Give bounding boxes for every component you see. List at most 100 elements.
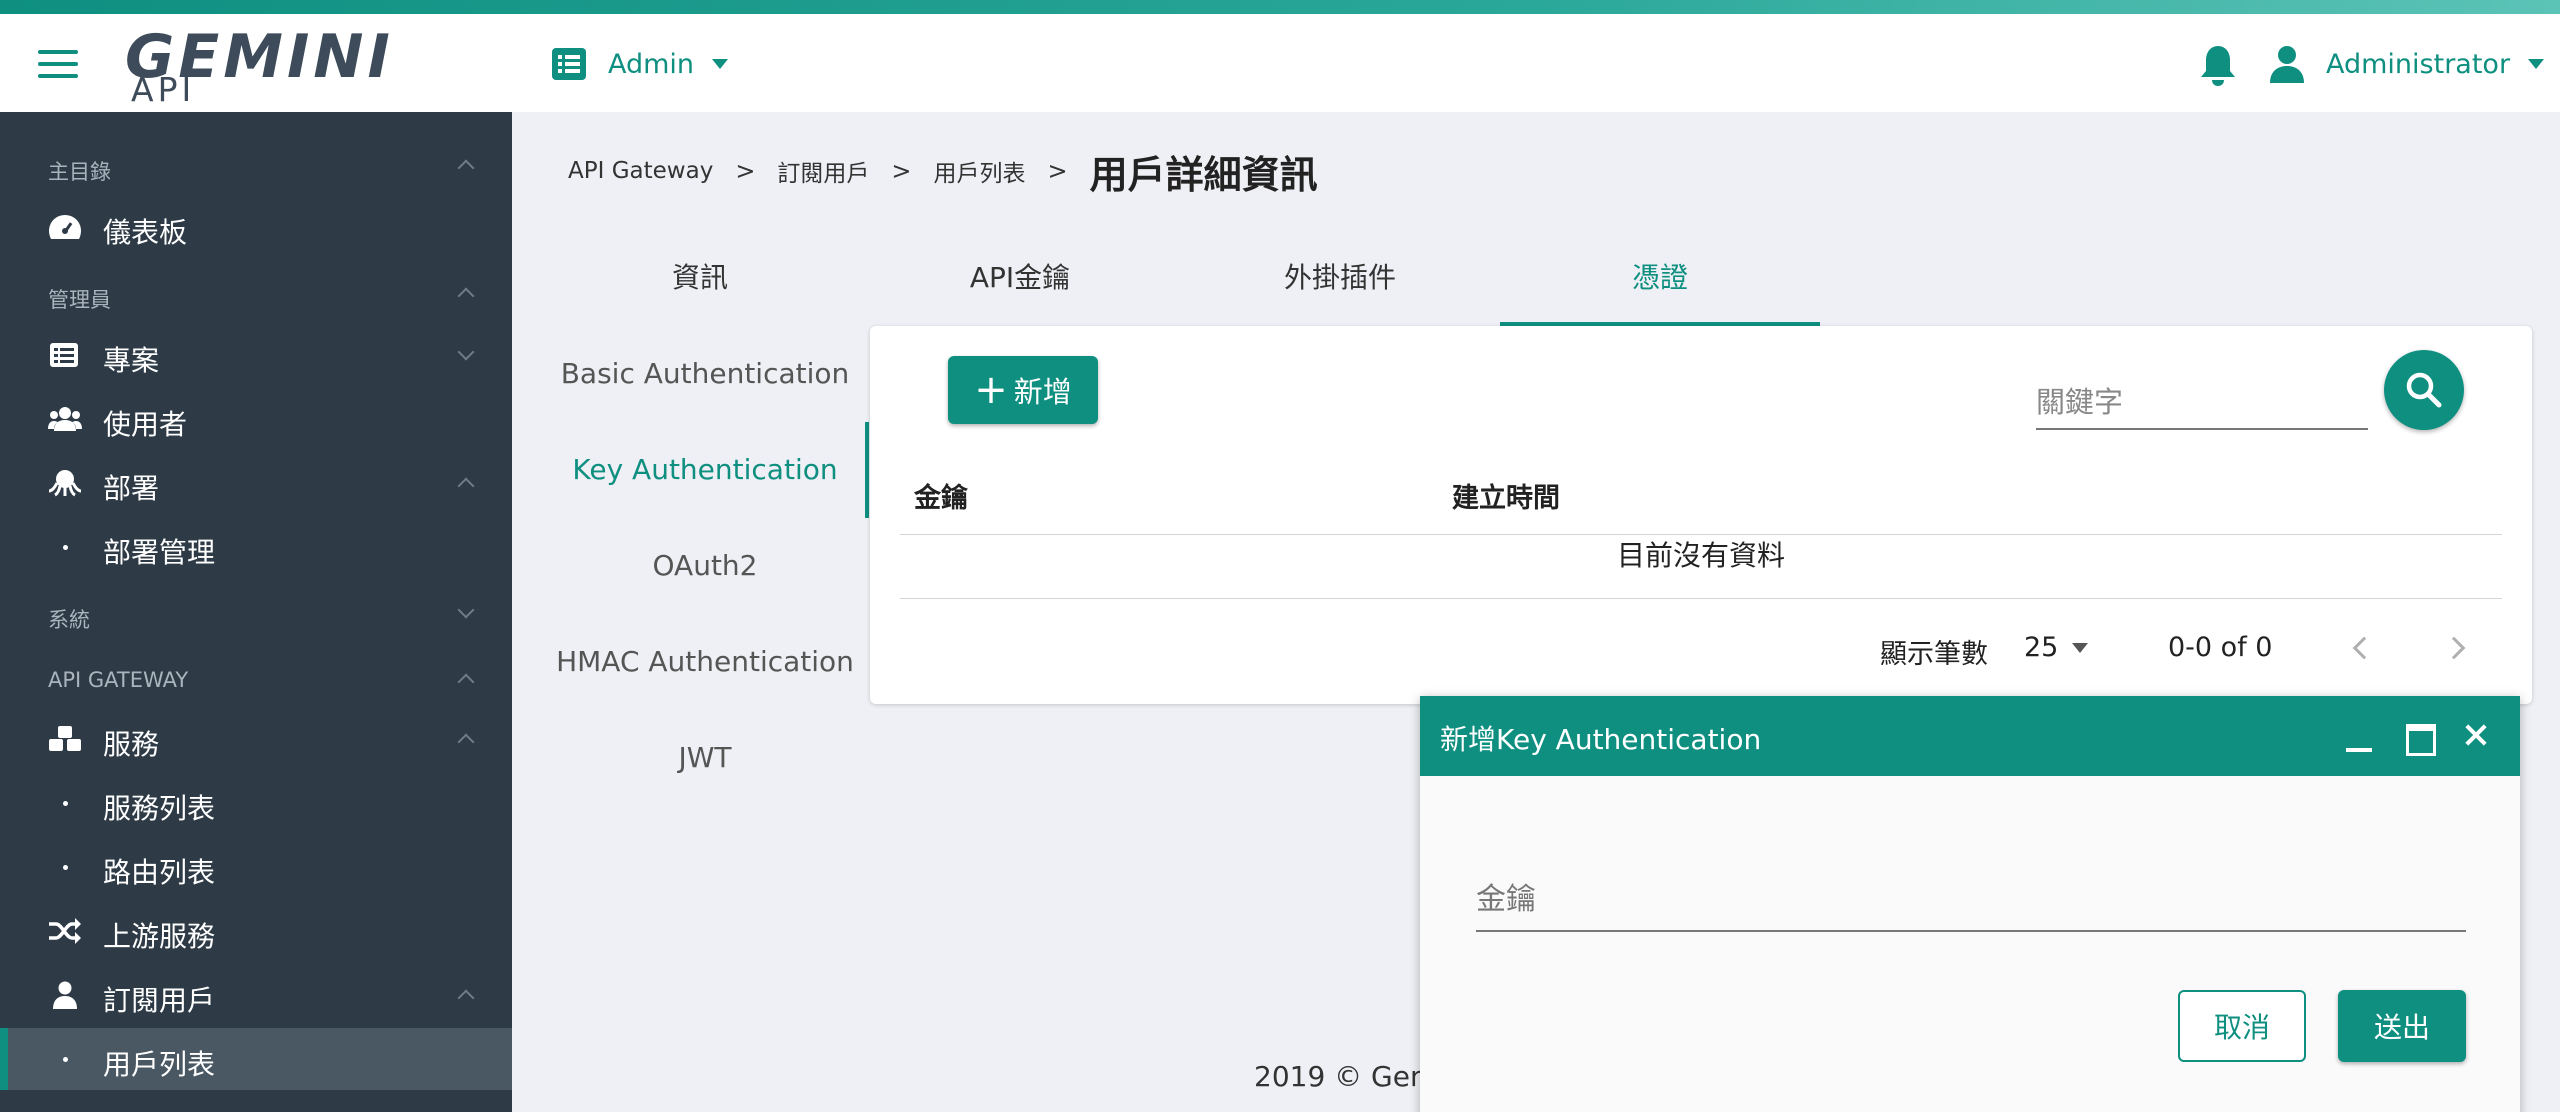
pagination-range: 0-0 of 0 <box>2168 632 2273 663</box>
sidebar: 主目錄 儀表板 管理員 專案 使用者 部署 部署管理 系統 API GATEWA… <box>0 112 512 1112</box>
maximize-icon[interactable] <box>2402 722 2438 756</box>
breadcrumb-item[interactable]: 訂閱用戶 <box>777 154 869 188</box>
caret-down-icon <box>2072 642 2089 653</box>
chevron-down-icon[interactable] <box>457 601 475 619</box>
tab-plugins[interactable]: 外掛插件 <box>1180 250 1500 326</box>
dialog-header[interactable]: 新增Key Authentication <box>1420 696 2520 776</box>
user-menu[interactable]: Administrator <box>2270 42 2545 86</box>
bullet-icon <box>63 865 68 870</box>
breadcrumb-separator: > <box>891 157 912 185</box>
sidebar-item-deploy[interactable]: 部署 <box>0 452 512 514</box>
app-header: GEMINI API Manager Admin Administrator <box>0 14 2560 148</box>
chevron-up-icon <box>457 477 475 495</box>
breadcrumb-item[interactable]: API Gateway <box>568 158 713 184</box>
octopus-icon <box>48 470 82 497</box>
chevron-left-icon[interactable] <box>2352 636 2376 660</box>
page-title: 用戶詳細資訊 <box>1089 152 1318 197</box>
sidebar-item-label: 部署 <box>103 472 160 505</box>
credential-tab-oauth2[interactable]: OAuth2 <box>545 518 865 614</box>
column-header-key[interactable]: 金鑰 <box>914 476 968 515</box>
footer-copyright: 2019 © Gem <box>1254 1060 1438 1093</box>
sidebar-section-gateway: API GATEWAY <box>48 668 189 692</box>
chevron-up-icon <box>457 989 475 1007</box>
credential-tab-key-auth[interactable]: Key Authentication <box>545 422 869 518</box>
sidebar-item-label: 訂閱用戶 <box>103 984 216 1017</box>
chevron-up-icon[interactable] <box>457 159 475 177</box>
tab-credentials[interactable]: 憑證 <box>1500 250 1820 326</box>
credential-tab-basic-auth[interactable]: Basic Authentication <box>545 326 865 422</box>
chevron-up-icon[interactable] <box>457 287 475 305</box>
cubes-icon <box>49 726 81 751</box>
plus-icon: + <box>974 367 1008 413</box>
project-menu[interactable]: Admin <box>552 44 729 84</box>
credential-tab-jwt[interactable]: JWT <box>545 710 865 806</box>
sidebar-item-projects[interactable]: 專案 <box>0 324 512 386</box>
sidebar-item-deploy-manage[interactable]: 部署管理 <box>0 516 512 578</box>
project-menu-label: Admin <box>608 48 695 80</box>
bell-icon[interactable] <box>2198 44 2238 88</box>
top-accent-strip <box>0 0 2560 14</box>
sidebar-section-main: 主目錄 <box>48 160 111 184</box>
sidebar-item-services[interactable]: 服務 <box>0 708 512 770</box>
close-icon[interactable] <box>2460 720 2492 752</box>
search-icon <box>2406 372 2442 408</box>
minimize-icon[interactable] <box>2342 722 2378 754</box>
empty-state-text: 目前沒有資料 <box>1616 539 1785 572</box>
bullet-icon <box>63 545 68 550</box>
dialog-title: 新增Key Authentication <box>1440 723 1762 756</box>
breadcrumb-separator: > <box>735 157 756 185</box>
sidebar-item-label: 儀表板 <box>103 216 188 249</box>
sidebar-item-label: 服務列表 <box>103 792 216 825</box>
shuffle-icon <box>49 918 81 944</box>
add-key-auth-dialog: 新增Key Authentication 取消 送出 <box>1420 696 2520 1112</box>
caret-down-icon <box>2528 59 2545 69</box>
sidebar-item-label: 路由列表 <box>103 856 216 889</box>
rows-per-page-label: 顯示筆數 <box>1880 639 1988 670</box>
menu-toggle-icon[interactable] <box>38 50 78 80</box>
rows-per-page-select[interactable]: 25 <box>2024 632 2089 663</box>
sidebar-item-upstream[interactable]: 上游服務 <box>0 900 512 962</box>
tab-api-keys[interactable]: API金鑰 <box>860 250 1180 326</box>
caret-down-icon <box>712 59 729 69</box>
sidebar-item-dashboard[interactable]: 儀表板 <box>0 196 512 258</box>
user-menu-label: Administrator <box>2326 48 2511 80</box>
sidebar-item-route-list[interactable]: 路由列表 <box>0 836 512 898</box>
credential-table-card: + 新增 金鑰 建立時間 目前沒有資料 顯示筆數 25 0-0 of 0 <box>870 326 2532 704</box>
sidebar-item-users[interactable]: 使用者 <box>0 388 512 450</box>
users-icon <box>48 407 82 431</box>
add-button-label: 新增 <box>1013 375 1072 409</box>
search-input[interactable] <box>2036 376 2368 430</box>
sidebar-section-admin: 管理員 <box>48 288 111 312</box>
search-button[interactable] <box>2384 350 2464 430</box>
divider <box>900 598 2502 599</box>
bullet-icon <box>63 801 68 806</box>
list-icon <box>552 48 586 80</box>
breadcrumb-item[interactable]: 用戶列表 <box>934 154 1026 188</box>
list-icon <box>50 343 78 367</box>
user-icon <box>2270 46 2304 83</box>
chevron-down-icon <box>457 343 475 361</box>
app-logo[interactable]: GEMINI API Manager <box>125 18 390 148</box>
sidebar-item-label: 用戶列表 <box>103 1048 216 1081</box>
credential-tab-hmac-auth[interactable]: HMAC Authentication <box>545 614 865 710</box>
dashboard-icon <box>49 215 81 239</box>
chevron-up-icon <box>457 733 475 751</box>
chevron-up-icon[interactable] <box>457 673 475 691</box>
sidebar-item-label: 上游服務 <box>103 920 216 953</box>
add-button[interactable]: + 新增 <box>948 356 1098 424</box>
sidebar-item-service-list[interactable]: 服務列表 <box>0 772 512 834</box>
tab-info[interactable]: 資訊 <box>540 250 860 326</box>
sidebar-item-label: 服務 <box>103 728 160 761</box>
key-input[interactable] <box>1476 868 2466 932</box>
sidebar-item-consumers[interactable]: 訂閱用戶 <box>0 964 512 1026</box>
sidebar-item-label: 部署管理 <box>103 536 216 569</box>
chevron-right-icon[interactable] <box>2442 636 2466 660</box>
user-icon <box>53 981 77 1009</box>
sidebar-item-label: 使用者 <box>103 408 188 441</box>
column-header-created[interactable]: 建立時間 <box>1452 476 1560 515</box>
sidebar-item-label: 專案 <box>103 344 160 377</box>
sidebar-item-consumer-list[interactable]: 用戶列表 <box>0 1028 512 1090</box>
sidebar-section-system: 系統 <box>48 608 90 632</box>
cancel-button[interactable]: 取消 <box>2178 990 2306 1062</box>
submit-button[interactable]: 送出 <box>2338 990 2466 1062</box>
